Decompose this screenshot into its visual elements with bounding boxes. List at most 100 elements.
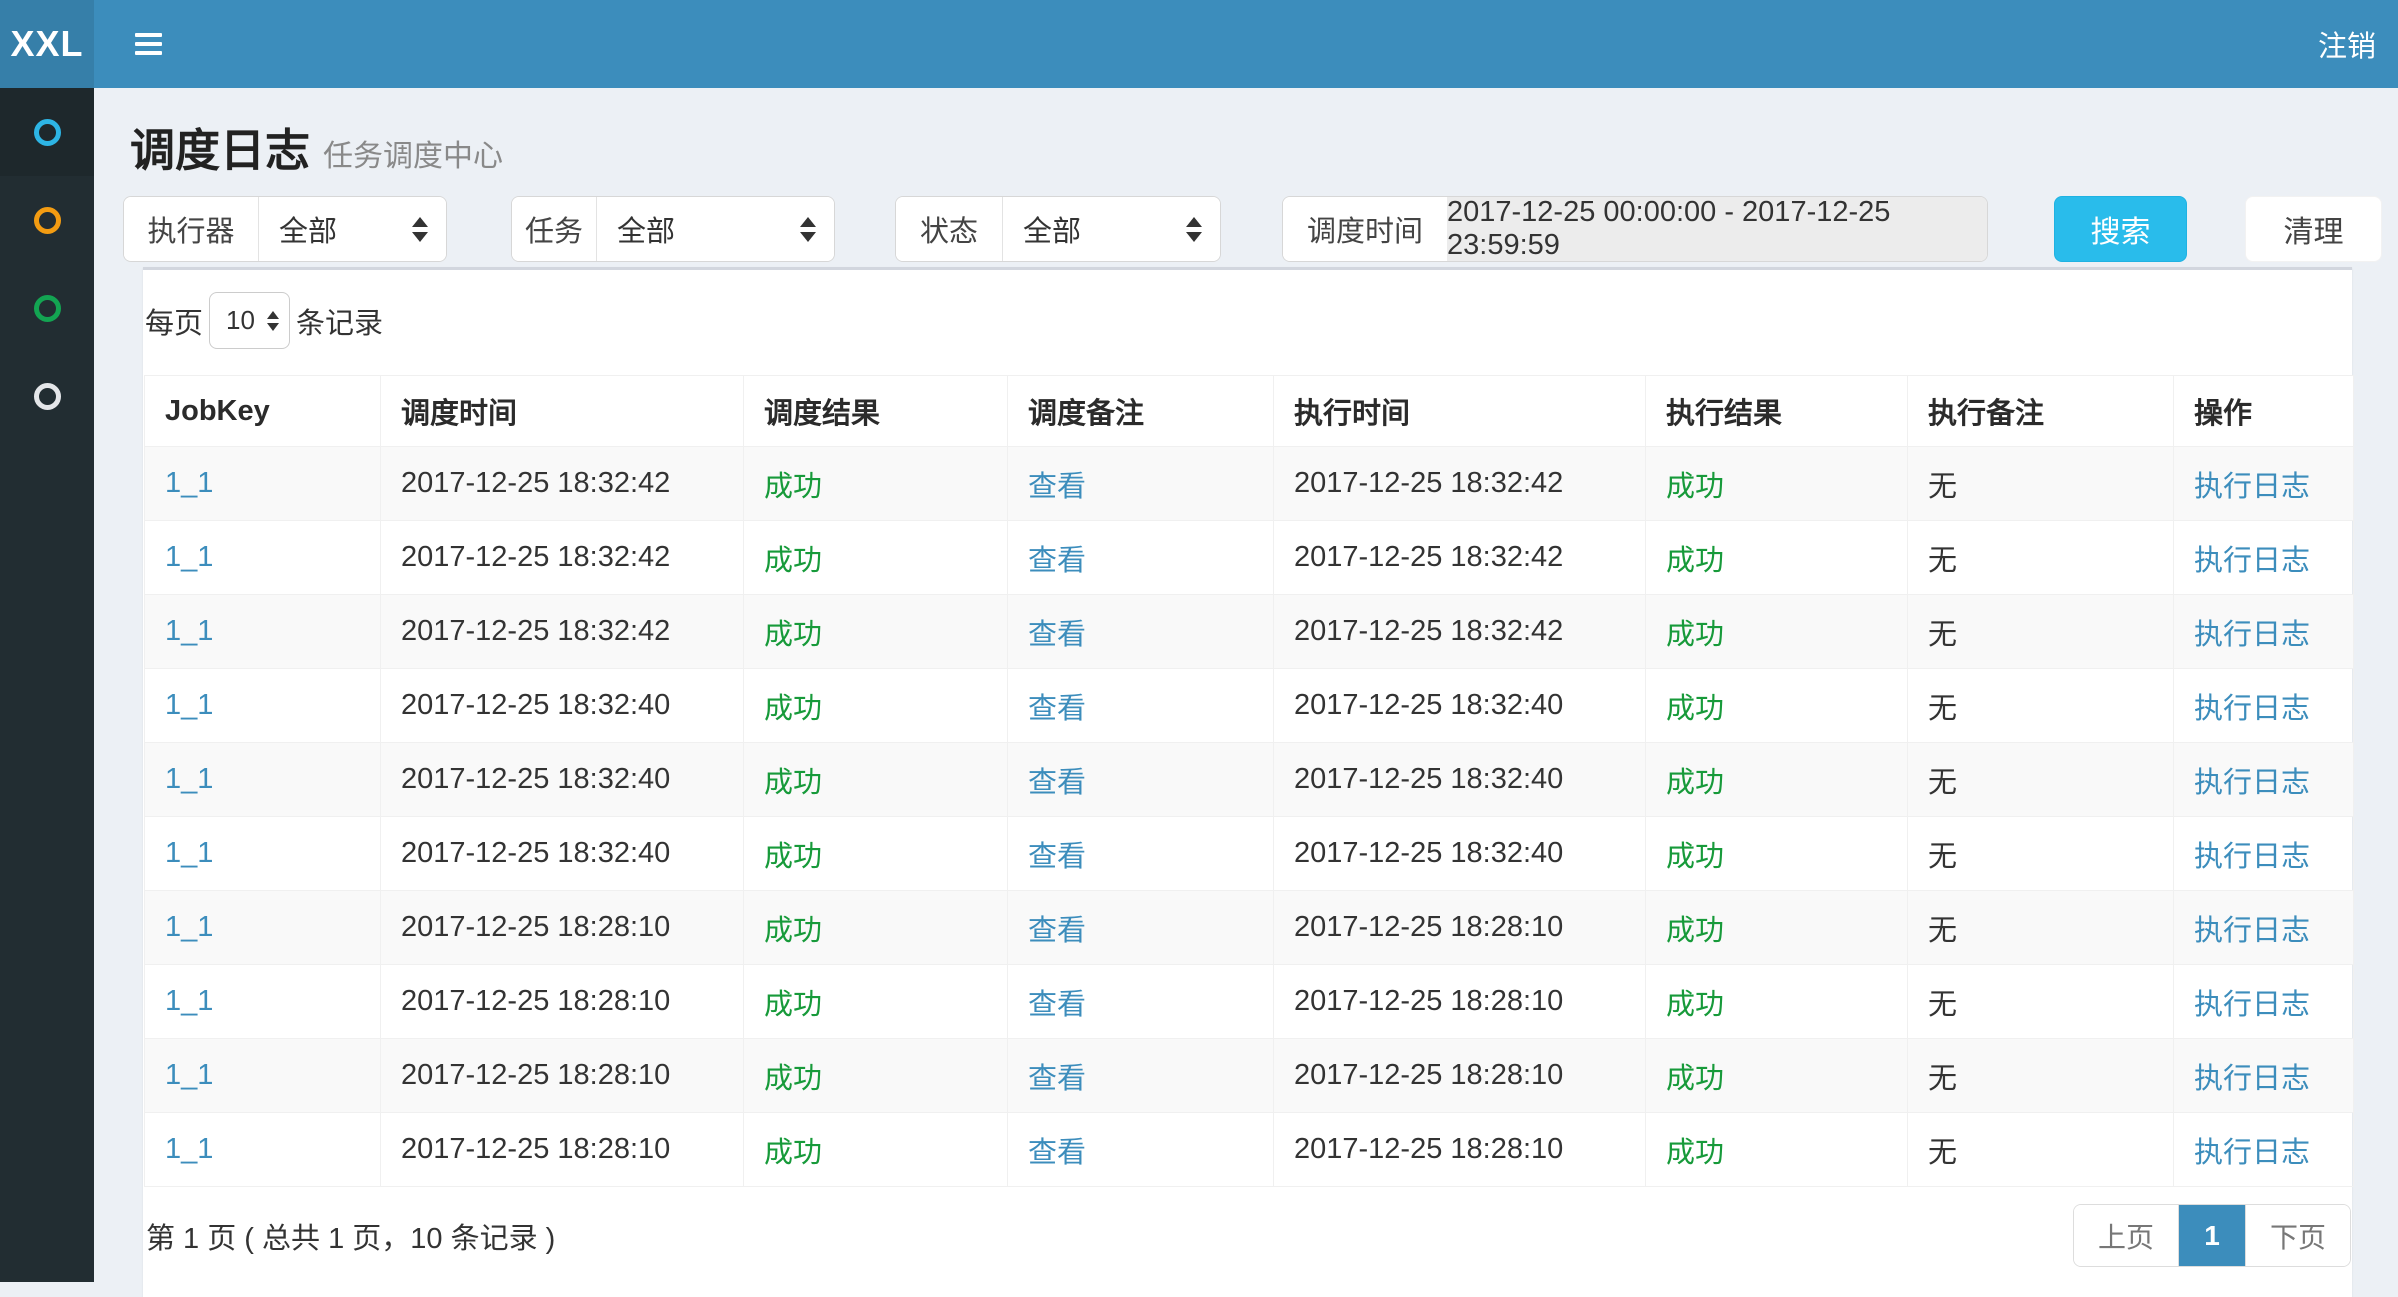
- table-row: 1_1 2017-12-25 18:32:42 成功 查看 2017-12-25 18:…: [145, 521, 2354, 595]
- cell-action[interactable]: 执行日志: [2194, 545, 2310, 577]
- sidebar-toggle-button[interactable]: [125, 23, 172, 65]
- cell-action[interactable]: 执行日志: [2194, 619, 2310, 651]
- hamburger-icon: [135, 33, 162, 55]
- status-select[interactable]: 全部: [1002, 197, 1220, 261]
- cell-handle_msg: 无: [1928, 1137, 1957, 1169]
- cell-trigger_time: 2017-12-25 18:32:40: [401, 763, 670, 795]
- table-row: 1_12017-12-25 18:28:10成功查看2017-12-25 18:…: [145, 965, 2354, 1039]
- logout-link[interactable]: 注销: [2310, 13, 2384, 75]
- pagination: 上页 1 下页: [2073, 1204, 2351, 1267]
- status-filter-group: 状态 全部: [895, 196, 1221, 262]
- cell-action[interactable]: 执行日志: [2194, 1063, 2310, 1095]
- cell-jobkey[interactable]: 1_1: [165, 689, 213, 721]
- cell-trigger_result: 成功: [764, 915, 822, 947]
- executor-filter-group: 执行器 全部: [123, 196, 447, 262]
- cell-trigger_msg[interactable]: 查看: [1028, 767, 1086, 799]
- cell-trigger_time: 2017-12-25 18:32:42: [401, 467, 670, 499]
- table-footer: 第 1 页 ( 总共 1 页，10 条记录 ) 上页 1 下页: [144, 1204, 2351, 1267]
- cell-action[interactable]: 执行日志: [2194, 989, 2310, 1021]
- cell-action[interactable]: 执行日志: [2194, 841, 2310, 873]
- cell-jobkey[interactable]: 1_1: [165, 1133, 213, 1165]
- cell-jobkey[interactable]: 1_1: [165, 985, 213, 1017]
- cell-handle_msg: 无: [1928, 767, 1957, 799]
- cell-trigger_result: 成功: [764, 841, 822, 873]
- cell-handle_result: 成功: [1666, 989, 1724, 1021]
- page-title: 调度日志: [130, 114, 310, 179]
- cell-trigger_result: 成功: [764, 471, 822, 503]
- cell-trigger_msg[interactable]: 查看: [1028, 619, 1086, 651]
- cell-handle_result: 成功: [1666, 1063, 1724, 1095]
- circle-icon: [34, 295, 61, 322]
- trigger-time-filter-group: 调度时间 2017-12-25 00:00:00 - 2017-12-25 23…: [1282, 196, 1988, 262]
- trigger-time-range-input[interactable]: 2017-12-25 00:00:00 - 2017-12-25 23:59:5…: [1447, 197, 1987, 261]
- cell-jobkey[interactable]: 1_1: [165, 763, 213, 795]
- cell-handle_msg: 无: [1928, 693, 1957, 725]
- column-header-jobkey: JobKey: [145, 376, 381, 447]
- cell-trigger_msg[interactable]: 查看: [1028, 1063, 1086, 1095]
- cell-trigger_time: 2017-12-25 18:28:10: [401, 1133, 670, 1165]
- cell-handle_result: 成功: [1666, 545, 1724, 577]
- cell-trigger_result: 成功: [764, 545, 822, 577]
- pagination-info: 第 1 页 ( 总共 1 页，10 条记录 ): [146, 1215, 555, 1257]
- cell-trigger_time: 2017-12-25 18:32:42: [401, 541, 670, 573]
- current-page-button[interactable]: 1: [2179, 1205, 2245, 1266]
- cell-jobkey[interactable]: 1_1: [165, 615, 213, 647]
- search-button[interactable]: 搜索: [2054, 196, 2187, 262]
- sidebar-item-help[interactable]: [0, 352, 94, 440]
- cell-trigger_msg[interactable]: 查看: [1028, 693, 1086, 725]
- next-page-button[interactable]: 下页: [2245, 1205, 2350, 1266]
- cell-trigger_msg[interactable]: 查看: [1028, 915, 1086, 947]
- job-filter-label: 任务: [512, 197, 596, 261]
- circle-icon: [34, 383, 61, 410]
- column-header-trigger_result: 调度结果: [744, 376, 1008, 447]
- page-length-select[interactable]: 10: [209, 292, 290, 349]
- sidebar-item-job-log[interactable]: [0, 264, 94, 352]
- cell-handle_result: 成功: [1666, 841, 1724, 873]
- page-length-control: 每页 10 条记录: [145, 292, 2351, 349]
- cell-handle_msg: 无: [1928, 545, 1957, 577]
- cell-trigger_result: 成功: [764, 767, 822, 799]
- cell-action[interactable]: 执行日志: [2194, 1137, 2310, 1169]
- clear-button[interactable]: 清理: [2245, 196, 2382, 262]
- page-length-value: 10: [226, 305, 263, 336]
- cell-trigger_msg[interactable]: 查看: [1028, 989, 1086, 1021]
- cell-handle_time: 2017-12-25 18:28:10: [1294, 1133, 1563, 1165]
- table-row: 1_12017-12-25 18:32:40成功查看2017-12-25 18:…: [145, 817, 2354, 891]
- cell-action[interactable]: 执行日志: [2194, 915, 2310, 947]
- cell-handle_time: 2017-12-25 18:32:42: [1294, 541, 1563, 573]
- executor-select-value: 全部: [279, 208, 398, 250]
- app-logo[interactable]: XXL: [0, 0, 94, 88]
- cell-handle_time: 2017-12-25 18:28:10: [1294, 1059, 1563, 1091]
- top-navbar: XXL 注销: [0, 0, 2398, 88]
- job-select[interactable]: 全部: [596, 197, 834, 261]
- cell-trigger_msg[interactable]: 查看: [1028, 1137, 1086, 1169]
- sidebar-item-job-manage[interactable]: [0, 176, 94, 264]
- executor-select[interactable]: 全部: [258, 197, 446, 261]
- cell-action[interactable]: 执行日志: [2194, 471, 2310, 503]
- cell-jobkey[interactable]: 1_1: [165, 1059, 213, 1091]
- column-header-handle_time: 执行时间: [1274, 376, 1646, 447]
- cell-trigger_result: 成功: [764, 1063, 822, 1095]
- cell-handle_time: 2017-12-25 18:32:40: [1294, 763, 1563, 795]
- select-arrows-icon: [800, 217, 816, 242]
- trigger-time-filter-label: 调度时间: [1283, 197, 1447, 261]
- cell-jobkey[interactable]: 1_1: [165, 837, 213, 869]
- cell-jobkey[interactable]: 1_1: [165, 911, 213, 943]
- sidebar-nav: [0, 88, 94, 1282]
- cell-trigger_msg[interactable]: 查看: [1028, 471, 1086, 503]
- cell-jobkey[interactable]: 1_1: [165, 541, 213, 573]
- sidebar-item-dashboard[interactable]: [0, 88, 94, 176]
- table-row: 1_12017-12-25 18:32:40成功查看2017-12-25 18:…: [145, 669, 2354, 743]
- cell-handle_result: 成功: [1666, 619, 1724, 651]
- cell-action[interactable]: 执行日志: [2194, 693, 2310, 725]
- cell-jobkey[interactable]: 1_1: [165, 467, 213, 499]
- cell-trigger_time: 2017-12-25 18:32:42: [401, 615, 670, 647]
- cell-handle_time: 2017-12-25 18:32:40: [1294, 689, 1563, 721]
- cell-handle_msg: 无: [1928, 989, 1957, 1021]
- prev-page-button[interactable]: 上页: [2074, 1205, 2179, 1266]
- cell-trigger_time: 2017-12-25 18:32:40: [401, 689, 670, 721]
- cell-trigger_msg[interactable]: 查看: [1028, 545, 1086, 577]
- page-length-prefix: 每页: [145, 300, 203, 342]
- cell-action[interactable]: 执行日志: [2194, 767, 2310, 799]
- cell-trigger_msg[interactable]: 查看: [1028, 841, 1086, 873]
